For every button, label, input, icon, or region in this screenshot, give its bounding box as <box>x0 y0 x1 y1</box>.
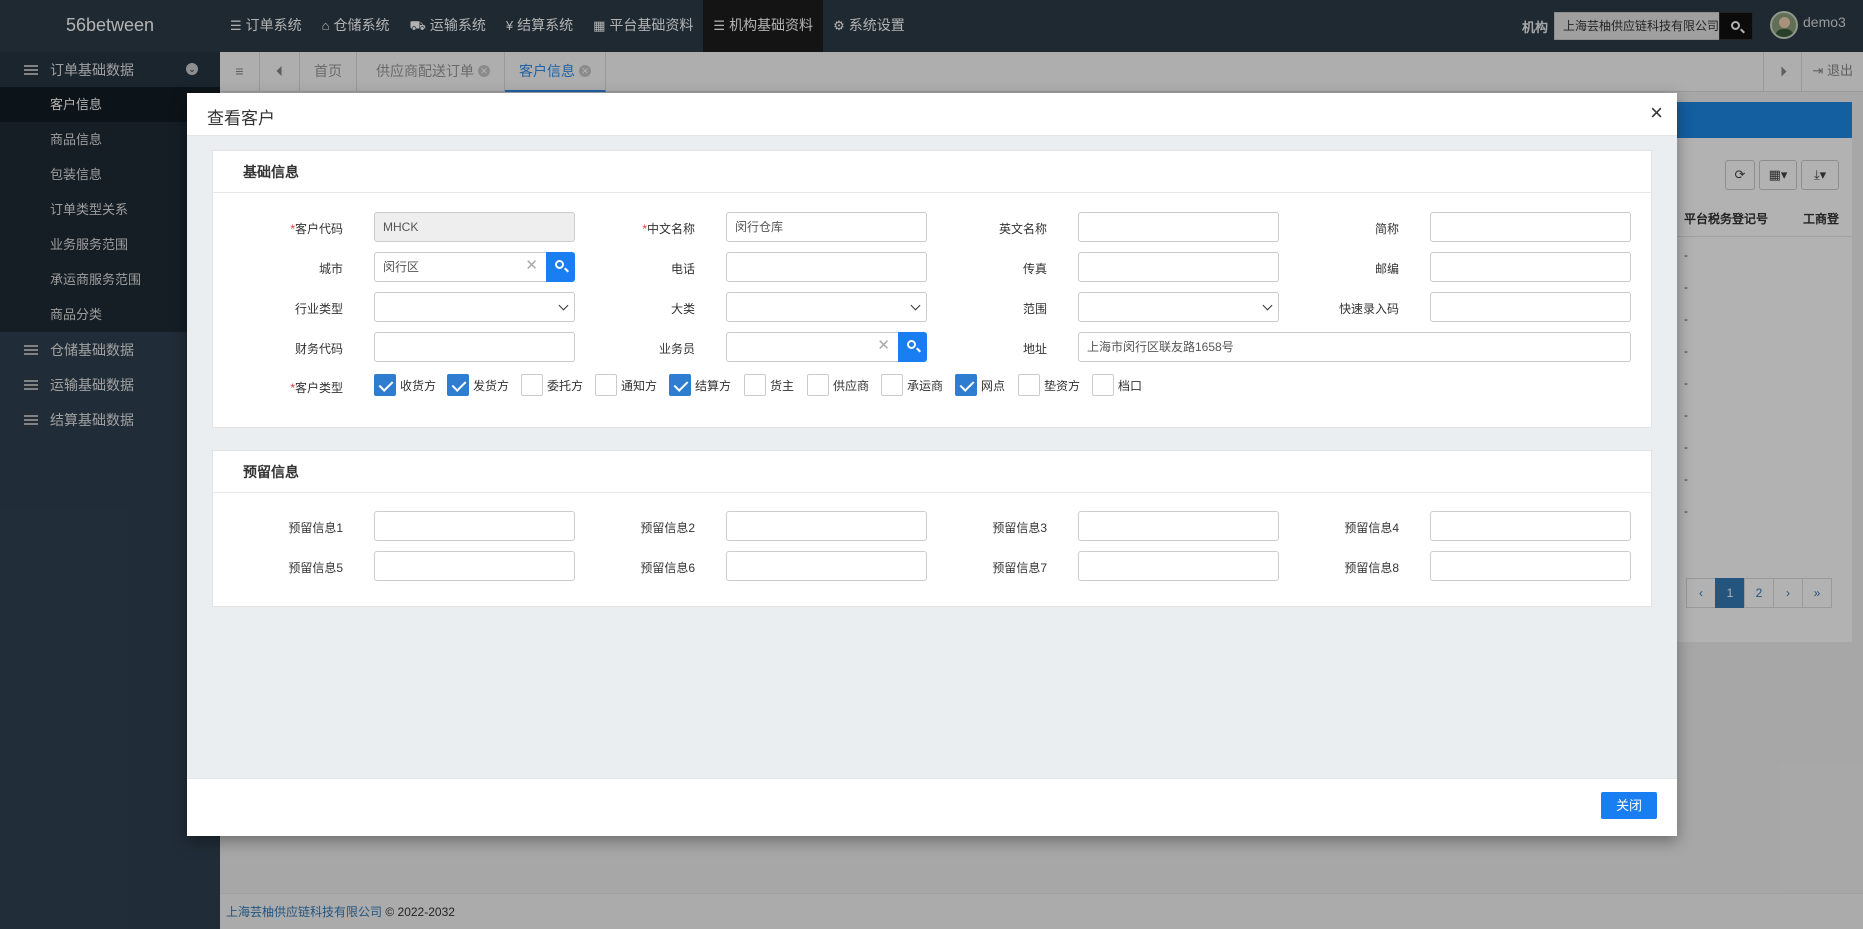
city-field[interactable]: 闵行区 <box>374 252 546 282</box>
checkbox[interactable] <box>595 374 617 396</box>
modal-header: 查看客户 × <box>187 93 1677 136</box>
industry-select[interactable] <box>374 292 575 322</box>
fax-label: 传真 <box>1022 262 1047 276</box>
short-name-label: 简称 <box>1374 222 1399 236</box>
checkbox[interactable] <box>807 374 829 396</box>
reserved-3-field[interactable] <box>1078 511 1279 541</box>
city-picker: 闵行区 ✕ <box>374 252 575 282</box>
quick-code-label: 快速录入码 <box>1338 302 1399 316</box>
reserved-4-field[interactable] <box>1430 511 1631 541</box>
clear-icon[interactable]: ✕ <box>877 338 890 354</box>
reserved-2-label: 预留信息2 <box>640 521 695 535</box>
zip-label: 邮编 <box>1374 262 1399 276</box>
reserved-2-field[interactable] <box>726 511 927 541</box>
checkbox[interactable] <box>1092 374 1114 396</box>
checkbox-label: 承运商 <box>907 378 944 393</box>
checkbox-shipper[interactable]: 发货方 <box>447 373 509 397</box>
reserved-8-field[interactable] <box>1430 551 1631 581</box>
cn-name-label: *中文名称 <box>642 222 695 236</box>
checkbox-label: 供应商 <box>833 378 870 393</box>
checkbox-label: 垫资方 <box>1044 378 1081 393</box>
checkbox-funder[interactable]: 垫资方 <box>1018 373 1080 397</box>
reserved-4-label: 预留信息4 <box>1344 521 1399 535</box>
fax-field[interactable] <box>1078 252 1279 282</box>
checkbox-carrier[interactable]: 承运商 <box>881 373 943 397</box>
reserved-7-field[interactable] <box>1078 551 1279 581</box>
quick-code-field[interactable] <box>1430 292 1631 322</box>
checkbox-stall[interactable]: 档口 <box>1092 373 1142 397</box>
reserved-6-label: 预留信息6 <box>640 561 695 575</box>
reserved-6-field[interactable] <box>726 551 927 581</box>
checkbox-label: 货主 <box>770 378 795 393</box>
category-select[interactable] <box>726 292 927 322</box>
basic-info-card: 基础信息 *客户代码 MHCK *中文名称 闵行仓库 英文名称 简称 城市 闵行… <box>212 150 1652 428</box>
customer-code-field[interactable]: MHCK <box>374 212 575 242</box>
reserved-1-label: 预留信息1 <box>288 521 343 535</box>
search-icon <box>907 340 916 349</box>
checkbox[interactable] <box>669 374 691 396</box>
clear-icon[interactable]: ✕ <box>525 258 538 274</box>
checkbox-label: 结算方 <box>695 378 732 393</box>
reserved-5-label: 预留信息5 <box>288 561 343 575</box>
checkbox-notify[interactable]: 通知方 <box>595 373 657 397</box>
checkbox-label: 网点 <box>981 378 1006 393</box>
checkbox[interactable] <box>521 374 543 396</box>
checkbox-supplier[interactable]: 供应商 <box>807 373 869 397</box>
section-title: 预留信息 <box>213 451 1651 493</box>
category-label: 大类 <box>670 302 695 316</box>
reserved-3-label: 预留信息3 <box>992 521 1047 535</box>
phone-field[interactable] <box>726 252 927 282</box>
close-icon[interactable]: × <box>1650 101 1663 125</box>
checkbox[interactable] <box>744 374 766 396</box>
zip-field[interactable] <box>1430 252 1631 282</box>
industry-label: 行业类型 <box>294 302 343 316</box>
reserved-5-field[interactable] <box>374 551 575 581</box>
short-name-field[interactable] <box>1430 212 1631 242</box>
scope-select[interactable] <box>1078 292 1279 322</box>
checkbox[interactable] <box>374 374 396 396</box>
checkbox-label: 档口 <box>1118 378 1143 393</box>
checkbox[interactable] <box>1018 374 1040 396</box>
modal-body: 基础信息 *客户代码 MHCK *中文名称 闵行仓库 英文名称 简称 城市 闵行… <box>187 136 1677 778</box>
customer-type-label: *客户类型 <box>290 381 343 395</box>
modal-footer: 关闭 <box>187 778 1677 836</box>
section-title: 基础信息 <box>213 151 1651 193</box>
salesman-field[interactable] <box>726 332 898 362</box>
en-name-label: 英文名称 <box>998 222 1047 236</box>
checkbox-label: 通知方 <box>621 378 658 393</box>
checkbox-label: 收货方 <box>400 378 437 393</box>
checkbox-label: 委托方 <box>547 378 584 393</box>
scope-label: 范围 <box>1022 302 1047 316</box>
checkbox-client[interactable]: 委托方 <box>521 373 583 397</box>
view-customer-modal: 查看客户 × 基础信息 *客户代码 MHCK *中文名称 闵行仓库 英文名称 简… <box>187 93 1677 836</box>
modal-title: 查看客户 <box>207 109 275 128</box>
cn-name-field[interactable]: 闵行仓库 <box>726 212 927 242</box>
customer-code-label: *客户代码 <box>290 222 343 236</box>
checkbox-receiver[interactable]: 收货方 <box>374 373 436 397</box>
finance-code-field[interactable] <box>374 332 575 362</box>
address-field[interactable]: 上海市闵行区联友路1658号 <box>1078 332 1631 362</box>
search-icon <box>555 260 564 269</box>
close-button[interactable]: 关闭 <box>1601 792 1657 819</box>
city-label: 城市 <box>318 262 343 276</box>
reserved-7-label: 预留信息7 <box>992 561 1047 575</box>
finance-code-label: 财务代码 <box>294 342 343 356</box>
salesman-label: 业务员 <box>658 342 695 356</box>
checkbox[interactable] <box>881 374 903 396</box>
checkbox-settler[interactable]: 结算方 <box>669 373 731 397</box>
checkbox-outlet[interactable]: 网点 <box>955 373 1005 397</box>
checkbox[interactable] <box>447 374 469 396</box>
checkbox-label: 发货方 <box>473 378 510 393</box>
reserved-1-field[interactable] <box>374 511 575 541</box>
checkbox-owner[interactable]: 货主 <box>744 373 794 397</box>
reserved-info-card: 预留信息 预留信息1 预留信息2 预留信息3 预留信息4 预留信息5 预留信息6… <box>212 450 1652 607</box>
address-label: 地址 <box>1022 342 1047 356</box>
checkbox[interactable] <box>955 374 977 396</box>
phone-label: 电话 <box>670 262 695 276</box>
reserved-8-label: 预留信息8 <box>1344 561 1399 575</box>
en-name-field[interactable] <box>1078 212 1279 242</box>
salesman-picker: ✕ <box>726 332 927 362</box>
